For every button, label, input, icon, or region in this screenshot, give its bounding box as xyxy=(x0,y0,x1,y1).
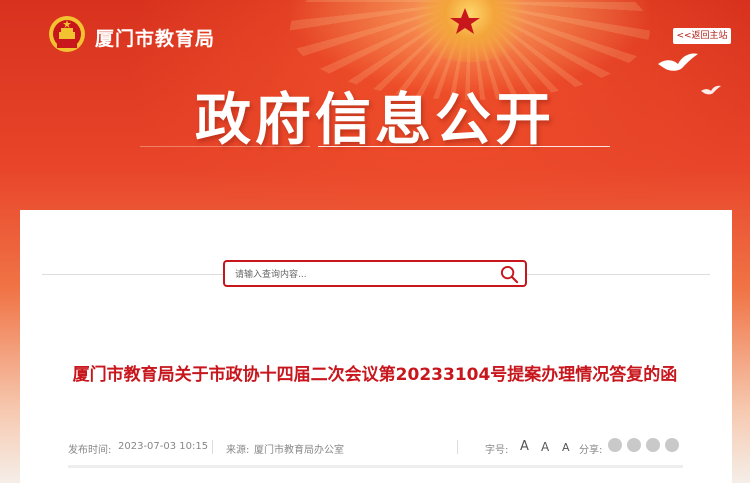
source-value: 厦门市教育局办公室 xyxy=(254,445,344,456)
share-weibo-icon[interactable] xyxy=(608,438,622,452)
font-size-label: 字号: xyxy=(485,445,509,456)
dove-icon xyxy=(701,85,721,95)
source-label: 来源: xyxy=(226,445,250,456)
font-size-small-button[interactable]: A xyxy=(562,441,570,454)
divider-line xyxy=(42,274,223,275)
search-input[interactable] xyxy=(233,262,487,287)
publish-time: 2023-07-03 10:15 xyxy=(118,441,209,452)
share-more-icon[interactable] xyxy=(665,438,679,452)
title-underline xyxy=(318,146,610,147)
national-emblem-icon xyxy=(49,16,85,52)
meta-separator xyxy=(457,440,458,454)
share-wechat-icon[interactable] xyxy=(646,438,660,452)
star-decoration-icon xyxy=(450,8,480,34)
font-size-large-button[interactable]: A xyxy=(520,439,529,454)
back-to-main-site-button[interactable]: <<返回主站 xyxy=(673,28,731,44)
banner-title: 政府信息公开 xyxy=(195,88,555,153)
publish-time-label: 发布时间: xyxy=(68,445,112,456)
title-underline-left xyxy=(140,146,310,147)
share-qzone-icon[interactable] xyxy=(627,438,641,452)
font-size-medium-button[interactable]: A xyxy=(541,440,549,454)
search-icon[interactable] xyxy=(500,265,519,284)
meta-separator xyxy=(212,440,213,454)
content-divider xyxy=(68,465,683,468)
search-box xyxy=(223,260,527,287)
divider-line xyxy=(527,274,710,275)
share-label: 分享: xyxy=(579,445,603,456)
site-name[interactable]: 厦门市教育局 xyxy=(95,24,215,51)
article-title: 厦门市教育局关于市政协十四届二次会议第20233104号提案办理情况答复的函 xyxy=(72,365,678,385)
dove-icon xyxy=(658,53,698,71)
